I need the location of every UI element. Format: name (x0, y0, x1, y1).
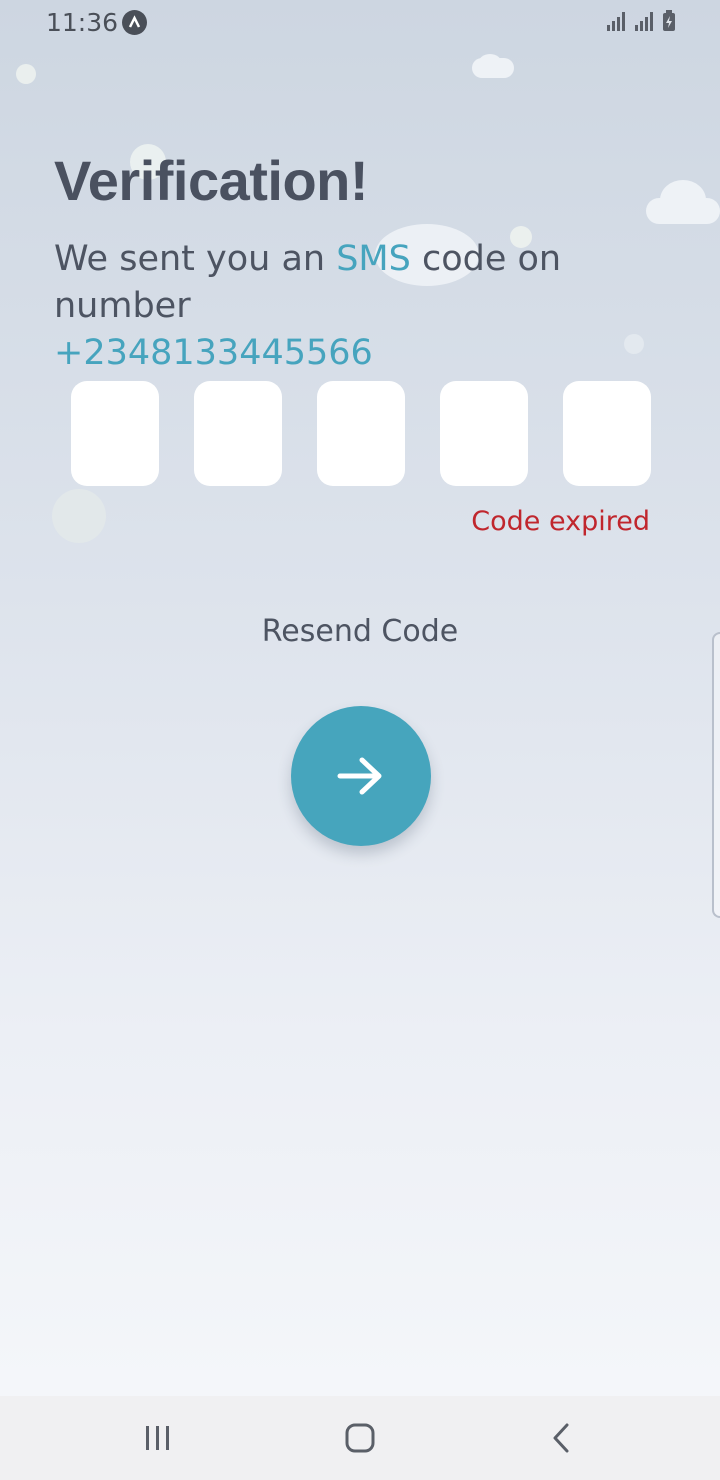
home-button[interactable] (338, 1416, 382, 1460)
battery-charging-icon (663, 10, 675, 31)
sms-highlight: SMS (336, 239, 411, 279)
code-input-row (71, 381, 651, 486)
decor-bubble (16, 64, 36, 84)
back-icon (553, 1423, 569, 1453)
system-nav-bar (0, 1396, 720, 1480)
decor-cloud (478, 54, 502, 74)
back-button[interactable] (540, 1416, 584, 1460)
arrow-right-icon (337, 757, 382, 795)
home-icon (345, 1423, 375, 1453)
status-time: 11:36 (46, 8, 119, 37)
signal-icon (607, 12, 625, 31)
resend-code-link[interactable]: Resend Code (0, 614, 720, 649)
description-text: We sent you an (54, 239, 337, 279)
verification-description: We sent you an SMS code on number +23481… (54, 236, 674, 377)
status-icons (606, 10, 676, 32)
page-title: Verification! (54, 149, 369, 212)
recents-button[interactable] (136, 1416, 180, 1460)
code-expired-error: Code expired (471, 506, 650, 537)
phone-number: +2348133445566 (54, 333, 373, 373)
signal-icon (635, 12, 653, 31)
code-digit-1[interactable] (71, 381, 159, 486)
code-digit-2[interactable] (194, 381, 282, 486)
code-digit-4[interactable] (440, 381, 528, 486)
edge-panel-handle[interactable] (712, 632, 720, 918)
app-notification-icon (122, 10, 147, 35)
decor-bubble (52, 489, 106, 543)
recents-icon (146, 1426, 169, 1450)
code-digit-3[interactable] (317, 381, 405, 486)
status-bar: 11:36 (0, 0, 720, 44)
code-digit-5[interactable] (563, 381, 651, 486)
next-button[interactable] (291, 706, 431, 846)
resend-code-label[interactable]: Resend Code (262, 614, 458, 649)
decor-cloud (660, 180, 706, 220)
